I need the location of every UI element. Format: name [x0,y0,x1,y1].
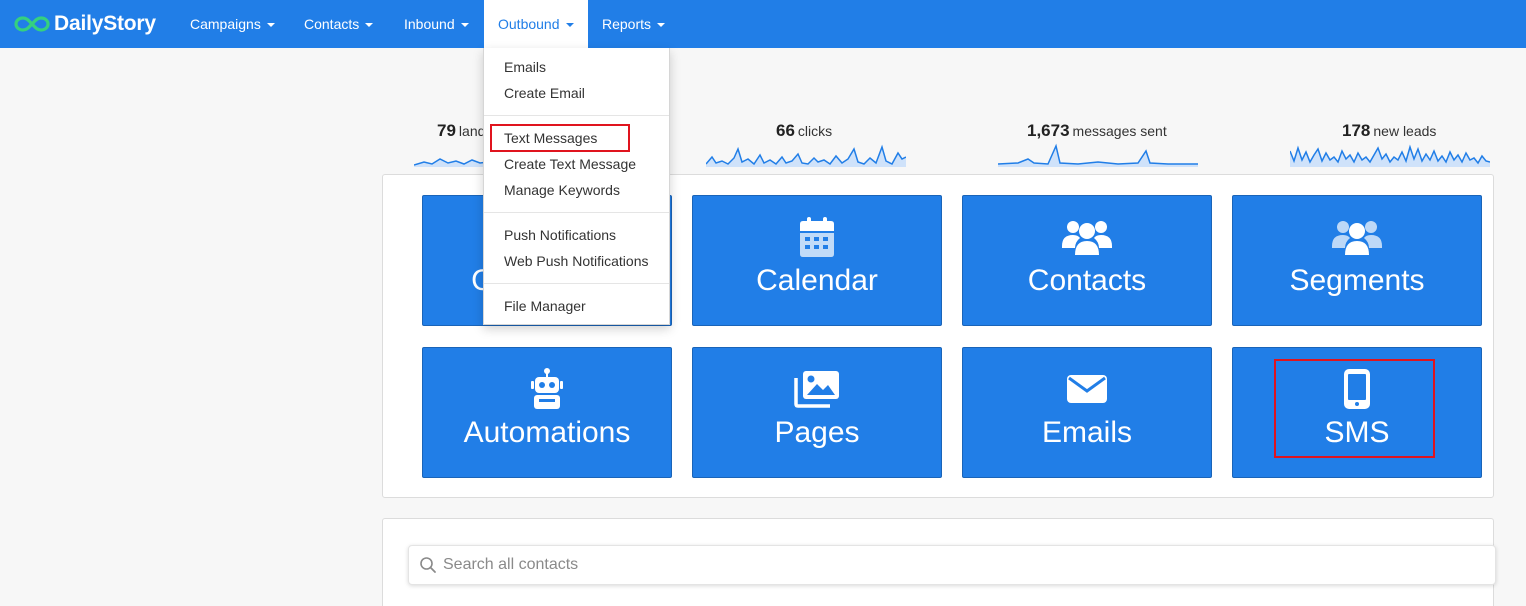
infinity-logo-icon [14,16,50,32]
tile-label: SMS [1324,416,1390,449]
sparkline-new-leads [1290,144,1490,167]
tile-label: Pages [774,416,860,449]
tile-label: Calendar [756,264,878,297]
stat-label: messages sent [1072,123,1167,139]
stat-value: 1,673 [1027,121,1070,140]
menu-item-web-push-notifications[interactable]: Web Push Notifications [504,253,648,269]
nav-contacts[interactable]: Contacts [290,0,387,48]
tile-label: Emails [1041,416,1132,449]
nav-label: Contacts [304,16,360,32]
stat-label: new leads [1373,123,1437,139]
mobile-phone-icon [1233,368,1481,409]
tile-automations[interactable]: Automations [422,347,672,478]
brand-logo[interactable]: DailyStory [14,9,156,39]
stat-value: 178 [1342,121,1371,140]
menu-item-emails[interactable]: Emails [504,59,546,75]
menu-item-file-manager[interactable]: File Manager [504,298,586,314]
nav-label: Campaigns [190,16,261,32]
menu-item-push-notifications[interactable]: Push Notifications [504,227,616,243]
caret-down-icon [460,22,469,27]
brand-name: DailyStory [54,12,156,35]
tile-label: Segments [1289,264,1425,297]
nav-campaigns[interactable]: Campaigns [176,0,289,48]
users-icon [963,216,1211,256]
menu-divider [484,212,669,213]
menu-divider [484,115,669,116]
sparkline-messages-sent [998,143,1198,167]
tile-calendar[interactable]: Calendar [692,195,942,326]
tile-sms[interactable]: SMS [1232,347,1482,478]
sparkline-clicks [706,144,906,167]
nav-outbound[interactable]: Outbound [484,0,588,48]
nav-label: Inbound [404,16,455,32]
tile-label: Automations [463,416,631,449]
search-input[interactable] [443,556,1443,574]
tile-pages[interactable]: Pages [692,347,942,478]
envelope-icon [963,368,1211,408]
menu-divider [484,283,669,284]
images-icon [693,368,941,408]
nav-inbound[interactable]: Inbound [390,0,483,48]
stat-value: 79 [437,121,456,140]
menu-item-create-email[interactable]: Create Email [504,85,585,101]
caret-down-icon [657,22,666,27]
menu-item-create-text-message[interactable]: Create Text Message [504,156,636,172]
user-group-icon [1233,216,1481,256]
caret-down-icon [365,22,374,27]
top-navbar: DailyStory Campaigns Contacts Inbound Ou… [0,0,1526,48]
nav-reports[interactable]: Reports [588,0,679,48]
menu-item-manage-keywords[interactable]: Manage Keywords [504,182,620,198]
tile-emails[interactable]: Emails [962,347,1212,478]
search-box [408,545,1496,585]
stat-clicks: 66 clicks [776,121,832,141]
nav-label: Reports [602,16,652,32]
calendar-icon [693,216,941,257]
caret-down-icon [565,22,574,27]
tile-label: Contacts [1027,264,1147,297]
menu-item-text-messages[interactable]: Text Messages [504,130,597,146]
nav-label: Outbound [498,16,560,32]
tile-segments[interactable]: Segments [1232,195,1482,326]
stat-label: clicks [797,123,833,139]
outbound-dropdown-menu: Emails Create Email Text Messages Create… [483,48,670,325]
robot-icon [423,368,671,409]
stat-new-leads: 178 new leads [1342,121,1436,141]
tile-contacts[interactable]: Contacts [962,195,1212,326]
caret-down-icon [266,22,275,27]
stat-messages-sent: 1,673 messages sent [1027,121,1167,141]
stat-value: 66 [776,121,795,140]
search-icon [420,557,436,573]
